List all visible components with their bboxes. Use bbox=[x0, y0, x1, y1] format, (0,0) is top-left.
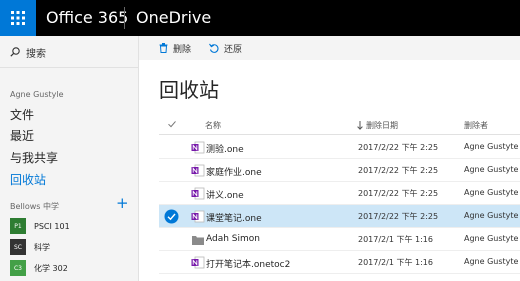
suite-bar: Office 365 OneDrive bbox=[0, 0, 520, 36]
restore-button[interactable]: 还原 bbox=[209, 36, 242, 60]
user-name: Agne Gustyle bbox=[10, 90, 64, 99]
notebook-item[interactable]: C3 化学 302 bbox=[10, 260, 68, 276]
notebook-label: 化学 302 bbox=[34, 263, 68, 273]
deleted-date: 2017/2/22 下午 2:25 bbox=[358, 212, 439, 221]
notebook-item[interactable]: SC 科学 bbox=[10, 239, 50, 255]
select-all-check-icon[interactable] bbox=[167, 119, 177, 129]
row-divider bbox=[159, 273, 520, 274]
selected-check-icon[interactable] bbox=[164, 209, 179, 224]
search-icon bbox=[10, 47, 20, 57]
page-title: 回收站 bbox=[159, 78, 219, 102]
notebook-item[interactable]: P1 PSCI 101 bbox=[10, 218, 70, 234]
deleted-by: Agne Gustyte bbox=[464, 165, 519, 174]
restore-icon bbox=[209, 43, 219, 53]
onenote-file-icon bbox=[191, 187, 205, 200]
suite-divider bbox=[124, 7, 125, 29]
deleted-date: 2017/2/1 下午 1:16 bbox=[358, 258, 433, 267]
onenote-file-icon bbox=[191, 141, 205, 154]
file-name[interactable]: 打开笔记本.onetoc2 bbox=[206, 257, 290, 270]
nav-item-shared[interactable]: 与我共享 bbox=[10, 149, 58, 166]
onedrive-recycle-bin: Office 365 OneDrive 搜索 Agne Gustyle 文件 最… bbox=[0, 0, 520, 281]
table-row[interactable]: Adah Simon 2017/2/1 下午 1:16 Agne Gustyte bbox=[159, 228, 520, 251]
sort-down-icon bbox=[357, 121, 363, 130]
search-label: 搜索 bbox=[26, 48, 46, 60]
delete-label: 删除 bbox=[173, 44, 192, 55]
deleted-date: 2017/2/1 下午 1:16 bbox=[358, 235, 433, 244]
deleted-by: Agne Gustyte bbox=[464, 142, 519, 151]
app-title[interactable]: OneDrive bbox=[136, 0, 211, 36]
folder-icon bbox=[192, 236, 204, 245]
file-name[interactable]: 测验.one bbox=[206, 142, 244, 155]
main-content: 回收站 名称 删除日期 删除者 测验.one 2017/2/22 下午 2:25 A… bbox=[139, 60, 520, 281]
table-row[interactable]: 课堂笔记.one 2017/2/22 下午 2:25 Agne Gustyte bbox=[159, 205, 520, 228]
command-bar: 删除 还原 bbox=[139, 36, 520, 60]
deleted-by: Agne Gustyte bbox=[464, 234, 519, 243]
notebook-label: 科学 bbox=[34, 242, 50, 252]
trash-icon bbox=[159, 43, 168, 53]
notebook-tile: SC bbox=[10, 239, 26, 255]
nav-item-files[interactable]: 文件 bbox=[10, 106, 34, 123]
column-name[interactable]: 名称 bbox=[205, 120, 221, 131]
column-deleted-date[interactable]: 删除日期 bbox=[357, 120, 398, 131]
column-deleted-by[interactable]: 删除者 bbox=[464, 120, 488, 131]
column-deleted-date-label: 删除日期 bbox=[366, 121, 398, 130]
table-row[interactable]: 讲义.one 2017/2/22 下午 2:25 Agne Gustyte bbox=[159, 182, 520, 205]
waffle-icon bbox=[11, 11, 25, 25]
deleted-date: 2017/2/22 下午 2:25 bbox=[358, 166, 439, 175]
file-name[interactable]: Adah Simon bbox=[206, 234, 260, 244]
left-nav: 搜索 Agne Gustyle 文件 最近 与我共享 回收站 Bellows 中… bbox=[0, 36, 139, 281]
file-name[interactable]: 家庭作业.one bbox=[206, 165, 262, 178]
search-box[interactable]: 搜索 bbox=[10, 42, 46, 62]
suite-title[interactable]: Office 365 bbox=[46, 0, 128, 36]
nav-item-recycle-bin[interactable]: 回收站 bbox=[10, 171, 46, 188]
deleted-by: Agne Gustyte bbox=[464, 257, 519, 266]
table-row[interactable]: 打开笔记本.onetoc2 2017/2/1 下午 1:16 Agne Gustyt… bbox=[159, 251, 520, 274]
notebook-tile: C3 bbox=[10, 260, 26, 276]
table-row[interactable]: 家庭作业.one 2017/2/22 下午 2:25 Agne Gustyte bbox=[159, 159, 520, 182]
add-icon[interactable]: + bbox=[116, 196, 129, 211]
deleted-date: 2017/2/22 下午 2:25 bbox=[358, 143, 439, 152]
onenote-file-icon bbox=[191, 210, 205, 223]
deleted-date: 2017/2/22 下午 2:25 bbox=[358, 189, 439, 198]
nav-item-recent[interactable]: 最近 bbox=[10, 127, 34, 144]
file-name[interactable]: 课堂笔记.one bbox=[206, 211, 262, 224]
header-divider bbox=[159, 134, 520, 135]
app-launcher-button[interactable] bbox=[0, 0, 36, 36]
notebook-tile: P1 bbox=[10, 218, 26, 234]
onenote-file-icon bbox=[191, 164, 205, 177]
group-header: Bellows 中学 bbox=[10, 202, 60, 211]
nav-divider bbox=[0, 67, 138, 68]
restore-label: 还原 bbox=[224, 44, 243, 55]
deleted-by: Agne Gustyte bbox=[464, 188, 519, 197]
file-name[interactable]: 讲义.one bbox=[206, 188, 244, 201]
delete-button[interactable]: 删除 bbox=[159, 36, 191, 60]
onenote-file-icon bbox=[191, 256, 205, 269]
table-row[interactable]: 测验.one 2017/2/22 下午 2:25 Agne Gustyte bbox=[159, 136, 520, 159]
deleted-by: Agne Gustyte bbox=[464, 211, 519, 220]
notebook-label: PSCI 101 bbox=[34, 221, 70, 231]
column-header: 名称 删除日期 删除者 bbox=[139, 116, 520, 134]
